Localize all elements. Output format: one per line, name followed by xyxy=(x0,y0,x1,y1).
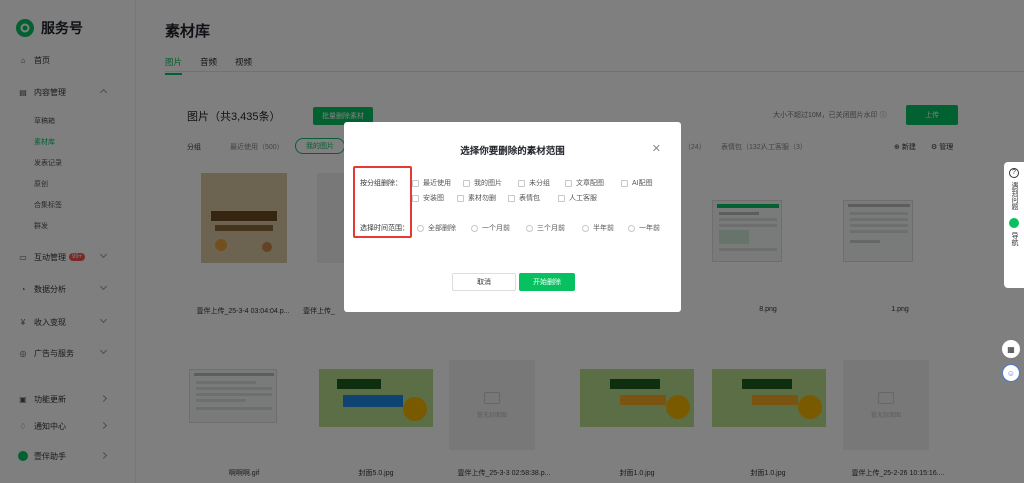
radio-icon xyxy=(526,224,533,232)
radio-icon xyxy=(471,224,478,232)
checkbox-label: 表情包 xyxy=(519,195,540,202)
radio-label: 全部删除 xyxy=(428,225,456,232)
radio-label: 半年前 xyxy=(593,225,614,232)
dialog-title: 选择你要删除的素材范围 xyxy=(460,146,565,157)
checkbox-my-images[interactable]: 我的图片 xyxy=(463,178,502,188)
radio-label: 一年前 xyxy=(639,225,660,232)
checkbox-article-images[interactable]: 文章配图 xyxy=(565,178,604,188)
delete-scope-dialog: 选择你要删除的素材范围 ✕ 按分组删除： 最近使用 我的图片 未分组 文章配图 … xyxy=(344,122,681,312)
checkbox-icon xyxy=(621,179,628,187)
checkbox-icon xyxy=(463,179,470,187)
checkbox-icon xyxy=(457,194,464,202)
checkbox-label: AI配图 xyxy=(632,180,653,187)
grid-icon[interactable]: ▦ xyxy=(1002,340,1020,358)
radio-icon xyxy=(628,224,635,232)
cancel-button[interactable]: 取消 xyxy=(452,273,516,291)
robot-icon[interactable]: ☺ xyxy=(1002,364,1020,382)
checkbox-install[interactable]: 安装图 xyxy=(412,193,444,203)
radio-6-months[interactable]: 半年前 xyxy=(582,223,614,233)
checkbox-label: 人工客服 xyxy=(569,195,597,202)
radio-icon xyxy=(582,224,589,232)
checkbox-ai-images[interactable]: AI配图 xyxy=(621,178,653,188)
help-link[interactable]: 遇到问题 xyxy=(1009,182,1019,210)
checkbox-label: 最近使用 xyxy=(423,180,451,187)
nav-icon[interactable] xyxy=(1009,218,1019,228)
checkbox-service[interactable]: 人工客服 xyxy=(558,193,597,203)
floating-toolbar: ? 遇到问题 导航 xyxy=(1004,162,1024,288)
radio-all[interactable]: 全部删除 xyxy=(417,223,456,233)
radio-1-year[interactable]: 一年前 xyxy=(628,223,660,233)
radio-label: 一个月前 xyxy=(482,225,510,232)
checkbox-ungrouped[interactable]: 未分组 xyxy=(518,178,550,188)
checkbox-icon xyxy=(412,179,419,187)
time-range-label: 选择时间范围： xyxy=(360,225,409,232)
group-delete-label: 按分组删除： xyxy=(360,180,402,187)
checkbox-keep[interactable]: 素材勿删 xyxy=(457,193,496,203)
checkbox-icon xyxy=(412,194,419,202)
question-icon[interactable]: ? xyxy=(1009,168,1019,178)
nav-link[interactable]: 导航 xyxy=(1009,232,1019,246)
checkbox-icon xyxy=(565,179,572,187)
checkbox-label: 素材勿删 xyxy=(468,195,496,202)
close-icon[interactable]: ✕ xyxy=(652,142,661,155)
checkbox-icon xyxy=(508,194,515,202)
checkbox-label: 文章配图 xyxy=(576,180,604,187)
checkbox-recent[interactable]: 最近使用 xyxy=(412,178,451,188)
radio-label: 三个月前 xyxy=(537,225,565,232)
checkbox-label: 我的图片 xyxy=(474,180,502,187)
checkbox-label: 未分组 xyxy=(529,180,550,187)
checkbox-icon xyxy=(518,179,525,187)
radio-icon xyxy=(417,224,424,232)
checkbox-label: 安装图 xyxy=(423,195,444,202)
radio-3-months[interactable]: 三个月前 xyxy=(526,223,565,233)
start-delete-button[interactable]: 开始删除 xyxy=(519,273,575,291)
checkbox-icon xyxy=(558,194,565,202)
checkbox-stickers[interactable]: 表情包 xyxy=(508,193,540,203)
radio-1-month[interactable]: 一个月前 xyxy=(471,223,510,233)
